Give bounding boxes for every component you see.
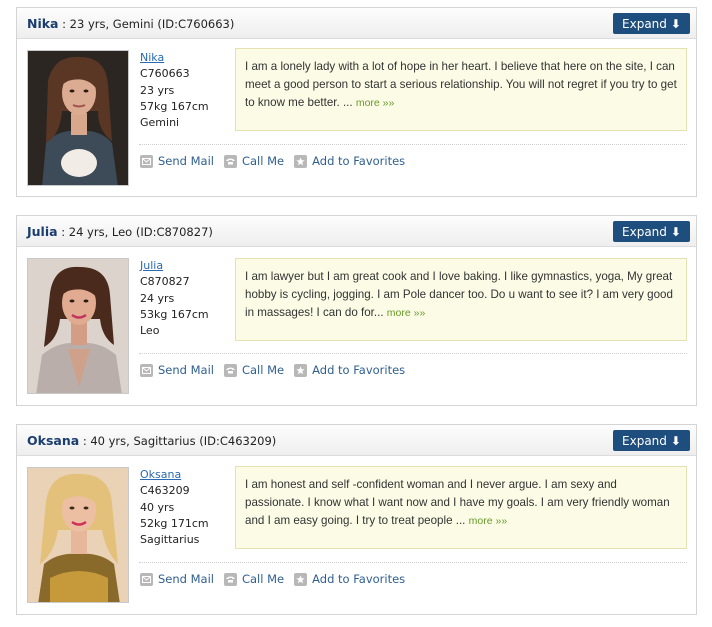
- profile-summary: : 23 yrs, Gemini (ID:C760663): [62, 17, 235, 31]
- profile-name-heading[interactable]: Nika: [27, 16, 59, 31]
- card-title: Oksana : 40 yrs, Sagittarius (ID:C463209…: [27, 433, 276, 448]
- send-mail-label: Send Mail: [158, 363, 214, 377]
- arrow-down-icon: ⬇: [670, 224, 681, 239]
- card-title: Julia : 24 yrs, Leo (ID:C870827): [27, 224, 213, 239]
- profile-card: Oksana : 40 yrs, Sagittarius (ID:C463209…: [16, 424, 697, 615]
- call-me-label: Call Me: [241, 154, 285, 168]
- card-header: Oksana : 40 yrs, Sagittarius (ID:C463209…: [17, 425, 696, 456]
- call-me-button[interactable]: Call Me: [223, 363, 285, 377]
- profile-bio: I am lawyer but I am great cook and I lo…: [235, 258, 687, 341]
- profile-summary: : 40 yrs, Sagittarius (ID:C463209): [82, 434, 277, 448]
- call-me-label: Call Me: [241, 363, 285, 377]
- bio-text: I am lawyer but I am great cook and I lo…: [245, 270, 673, 319]
- arrow-down-icon: ⬇: [670, 16, 681, 31]
- expand-button[interactable]: Expand ⬇: [613, 13, 690, 34]
- profile-actions: Send Mail Call Me Add to Favorites: [140, 572, 415, 586]
- send-mail-button[interactable]: Send Mail: [140, 572, 214, 586]
- profile-id: C760663: [140, 67, 190, 81]
- profile-name-heading[interactable]: Julia: [27, 224, 58, 239]
- profile-name-link[interactable]: Oksana: [140, 467, 209, 483]
- call-me-button[interactable]: Call Me: [223, 572, 285, 586]
- profile-name-link[interactable]: Nika: [140, 50, 209, 66]
- bio-text: I am a lonely lady with a lot of hope in…: [245, 60, 677, 109]
- profile-age: 40 yrs: [140, 500, 175, 514]
- profile-age: 23 yrs: [140, 83, 175, 97]
- profile-weight-height: 57kg 167cm: [140, 99, 209, 113]
- expand-button[interactable]: Expand ⬇: [613, 430, 690, 451]
- send-mail-label: Send Mail: [158, 154, 214, 168]
- profile-age: 24 yrs: [140, 291, 175, 305]
- envelope-icon: [140, 154, 153, 168]
- expand-label: Expand: [622, 224, 667, 239]
- profile-id: C463209: [140, 484, 190, 498]
- phone-icon: [223, 363, 237, 377]
- add-favorites-label: Add to Favorites: [312, 154, 406, 168]
- add-to-favorites-button[interactable]: Add to Favorites: [294, 154, 405, 168]
- card-header: Julia : 24 yrs, Leo (ID:C870827) Expand …: [17, 216, 696, 247]
- divider: [139, 562, 687, 563]
- divider: [139, 353, 687, 354]
- profile-bio: I am honest and self -confident woman an…: [235, 466, 687, 549]
- arrow-down-icon: ⬇: [670, 433, 681, 448]
- profile-info: Oksana C463209 40 yrs 52kg 171cm Sagitta…: [140, 467, 209, 548]
- send-mail-button[interactable]: Send Mail: [140, 154, 214, 168]
- add-to-favorites-button[interactable]: Add to Favorites: [294, 572, 405, 586]
- profile-bio: I am a lonely lady with a lot of hope in…: [235, 48, 687, 131]
- profile-actions: Send Mail Call Me Add to Favorites: [140, 363, 415, 377]
- more-link[interactable]: more »»: [356, 97, 395, 109]
- add-favorites-label: Add to Favorites: [312, 572, 406, 586]
- profile-id: C870827: [140, 275, 190, 289]
- expand-label: Expand: [622, 16, 667, 31]
- send-mail-label: Send Mail: [158, 572, 214, 586]
- card-header: Nika : 23 yrs, Gemini (ID:C760663) Expan…: [17, 8, 696, 39]
- star-icon: [294, 363, 308, 377]
- profile-info: Julia C870827 24 yrs 53kg 167cm Leo: [140, 258, 209, 339]
- profile-summary: : 24 yrs, Leo (ID:C870827): [61, 225, 213, 239]
- profile-name-link[interactable]: Julia: [140, 258, 209, 274]
- more-link[interactable]: more »»: [469, 515, 508, 527]
- divider: [139, 144, 687, 145]
- send-mail-button[interactable]: Send Mail: [140, 363, 214, 377]
- profile-actions: Send Mail Call Me Add to Favorites: [140, 154, 415, 168]
- envelope-icon: [140, 572, 153, 586]
- more-link[interactable]: more »»: [387, 307, 426, 319]
- bio-text: I am honest and self -confident woman an…: [245, 478, 670, 527]
- profile-photo[interactable]: [27, 258, 129, 394]
- profile-zodiac: Sagittarius: [140, 533, 200, 547]
- profile-card: Nika : 23 yrs, Gemini (ID:C760663) Expan…: [16, 7, 697, 197]
- profile-zodiac: Leo: [140, 324, 160, 338]
- profile-zodiac: Gemini: [140, 116, 180, 130]
- envelope-icon: [140, 363, 153, 377]
- star-icon: [294, 154, 308, 168]
- add-to-favorites-button[interactable]: Add to Favorites: [294, 363, 405, 377]
- call-me-button[interactable]: Call Me: [223, 154, 285, 168]
- expand-label: Expand: [622, 433, 667, 448]
- call-me-label: Call Me: [241, 572, 285, 586]
- add-favorites-label: Add to Favorites: [312, 363, 406, 377]
- profile-photo[interactable]: [27, 467, 129, 603]
- phone-icon: [223, 154, 237, 168]
- profile-weight-height: 53kg 167cm: [140, 307, 209, 321]
- card-title: Nika : 23 yrs, Gemini (ID:C760663): [27, 16, 234, 31]
- phone-icon: [223, 572, 237, 586]
- expand-button[interactable]: Expand ⬇: [613, 221, 690, 242]
- profile-photo[interactable]: [27, 50, 129, 186]
- profile-name-heading[interactable]: Oksana: [27, 433, 79, 448]
- star-icon: [294, 572, 308, 586]
- profile-weight-height: 52kg 171cm: [140, 516, 209, 530]
- profile-card: Julia : 24 yrs, Leo (ID:C870827) Expand …: [16, 215, 697, 406]
- profile-info: Nika C760663 23 yrs 57kg 167cm Gemini: [140, 50, 209, 131]
